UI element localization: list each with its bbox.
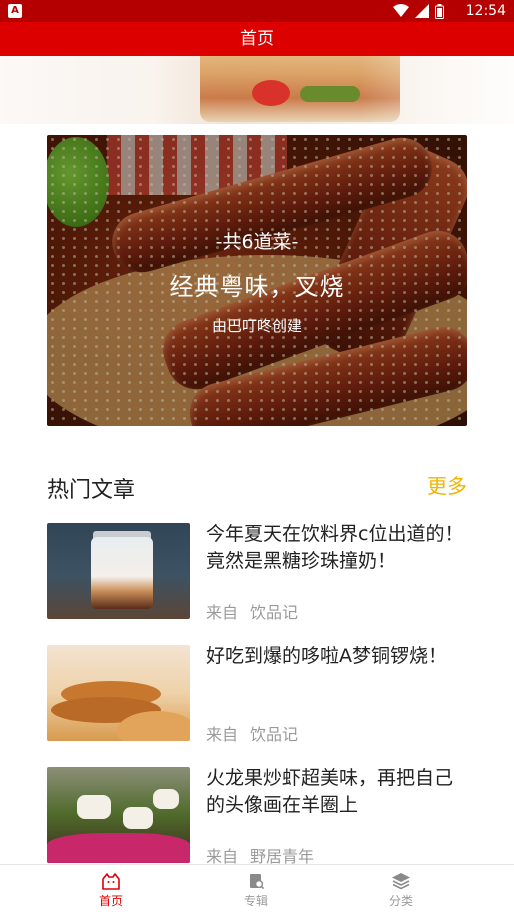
wifi-icon xyxy=(393,4,409,17)
collection-creator: 由巴叮咚创建 xyxy=(211,317,302,335)
status-bar: A 12:54 xyxy=(0,0,514,22)
article-thumbnail xyxy=(47,767,190,863)
album-icon xyxy=(250,874,265,890)
hot-articles-header: 热门文章 更多 xyxy=(47,472,467,504)
tab-label: 首页 xyxy=(98,894,123,908)
article-thumbnail xyxy=(47,645,190,741)
clock: 12:54 xyxy=(465,3,506,19)
status-icons xyxy=(393,3,444,19)
home-icon xyxy=(102,873,120,890)
tab-category[interactable]: 分类 xyxy=(361,865,441,912)
tab-home[interactable]: 首页 xyxy=(71,865,151,912)
article-source-name: 饮品记 xyxy=(250,603,299,622)
battery-icon xyxy=(435,3,444,19)
app-bar: 首页 xyxy=(0,22,514,56)
article-item[interactable]: 火龙果炒虾超美味，再把自己的头像画在羊圈上 来自 野居青年 xyxy=(47,767,467,866)
article-title: 今年夏天在饮料界c位出道的！竟然是黑糖珍珠撞奶！ xyxy=(206,523,464,572)
page-title: 首页 xyxy=(240,29,274,49)
bottom-tab-bar: 首页 专辑 分类 xyxy=(0,864,514,912)
article-title: 火龙果炒虾超美味，再把自己的头像画在羊圈上 xyxy=(206,767,454,816)
dish-count: -共6道菜- xyxy=(215,231,299,253)
article-title: 好吃到爆的哆啦A梦铜锣烧！ xyxy=(206,645,447,667)
tab-label: 分类 xyxy=(388,894,413,908)
article-source: 来自 饮品记 xyxy=(206,721,310,745)
collection-title: 经典粤味，叉烧 xyxy=(169,273,345,301)
app-notification-icon: A xyxy=(8,4,22,18)
featured-collection-card[interactable]: -共6道菜- 经典粤味，叉烧 由巴叮咚创建 xyxy=(47,135,467,426)
tab-album[interactable]: 专辑 xyxy=(216,865,296,912)
article-source-name: 饮品记 xyxy=(250,725,299,744)
tab-label: 专辑 xyxy=(243,894,268,908)
article-from-label: 来自 xyxy=(206,725,239,744)
section-title: 热门文章 xyxy=(47,478,136,503)
signal-icon xyxy=(415,4,429,18)
article-source: 来自 饮品记 xyxy=(206,599,310,623)
article-item[interactable]: 今年夏天在饮料界c位出道的！竟然是黑糖珍珠撞奶！ 来自 饮品记 xyxy=(47,523,467,622)
more-link[interactable]: 更多 xyxy=(427,470,467,499)
article-from-label: 来自 xyxy=(206,603,239,622)
top-banner-image[interactable] xyxy=(0,56,514,124)
article-item[interactable]: 好吃到爆的哆啦A梦铜锣烧！ 来自 饮品记 xyxy=(47,645,467,744)
article-thumbnail xyxy=(47,523,190,619)
category-layers-icon xyxy=(392,873,410,890)
